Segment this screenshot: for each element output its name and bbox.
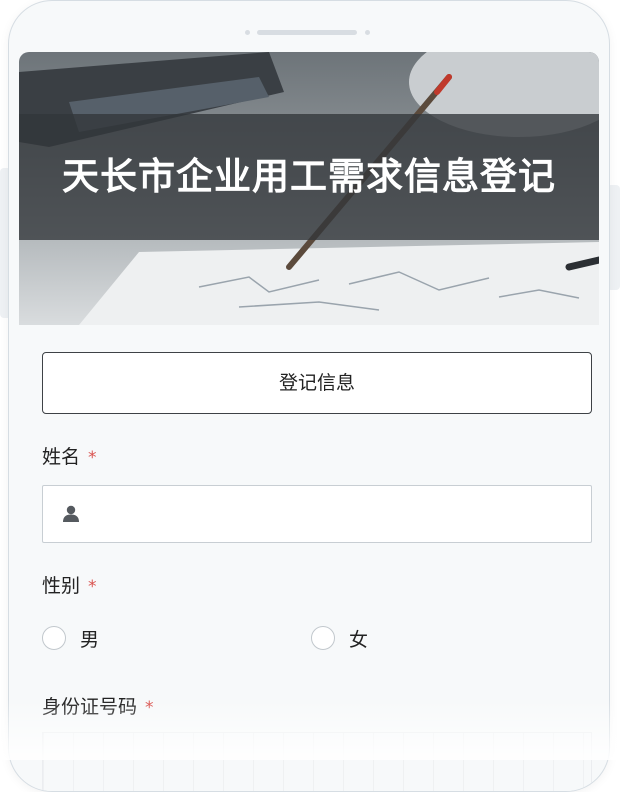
speaker-bar (257, 30, 357, 35)
camera-dot-left (245, 30, 250, 35)
radio-circle-icon[interactable] (311, 626, 335, 650)
gender-label-text: 性别 (42, 575, 80, 597)
header-banner: 天长市企业用工需求信息登记 (19, 52, 599, 325)
gender-option-label: 男 (80, 625, 99, 652)
required-mark: * (145, 698, 154, 718)
screen: 天长市企业用工需求信息登记 登记信息 姓名 * 性别 * 男 女 身份证号码 * (19, 52, 599, 792)
paper-sheet (79, 242, 599, 325)
gender-label: 性别 * (42, 571, 97, 598)
camera-dot-right (365, 30, 370, 35)
gender-option-male[interactable]: 男 (42, 624, 99, 652)
required-mark: * (88, 448, 97, 468)
section-header-button[interactable]: 登记信息 (42, 352, 592, 414)
user-icon (61, 504, 81, 524)
id-number-field[interactable] (42, 732, 592, 792)
name-label-text: 姓名 (42, 446, 80, 468)
id-number-label: 身份证号码 * (42, 692, 154, 719)
name-input[interactable] (93, 486, 587, 544)
radio-circle-icon[interactable] (42, 626, 66, 650)
name-field[interactable] (42, 485, 592, 543)
gender-option-female[interactable]: 女 (311, 624, 368, 652)
required-mark: * (88, 577, 97, 597)
id-number-label-text: 身份证号码 (42, 696, 137, 718)
gender-option-label: 女 (349, 625, 368, 652)
phone-frame: 天长市企业用工需求信息登记 登记信息 姓名 * 性别 * 男 女 身份证号码 * (8, 0, 610, 792)
name-label: 姓名 * (42, 442, 97, 469)
page-title: 天长市企业用工需求信息登记 (19, 114, 599, 240)
